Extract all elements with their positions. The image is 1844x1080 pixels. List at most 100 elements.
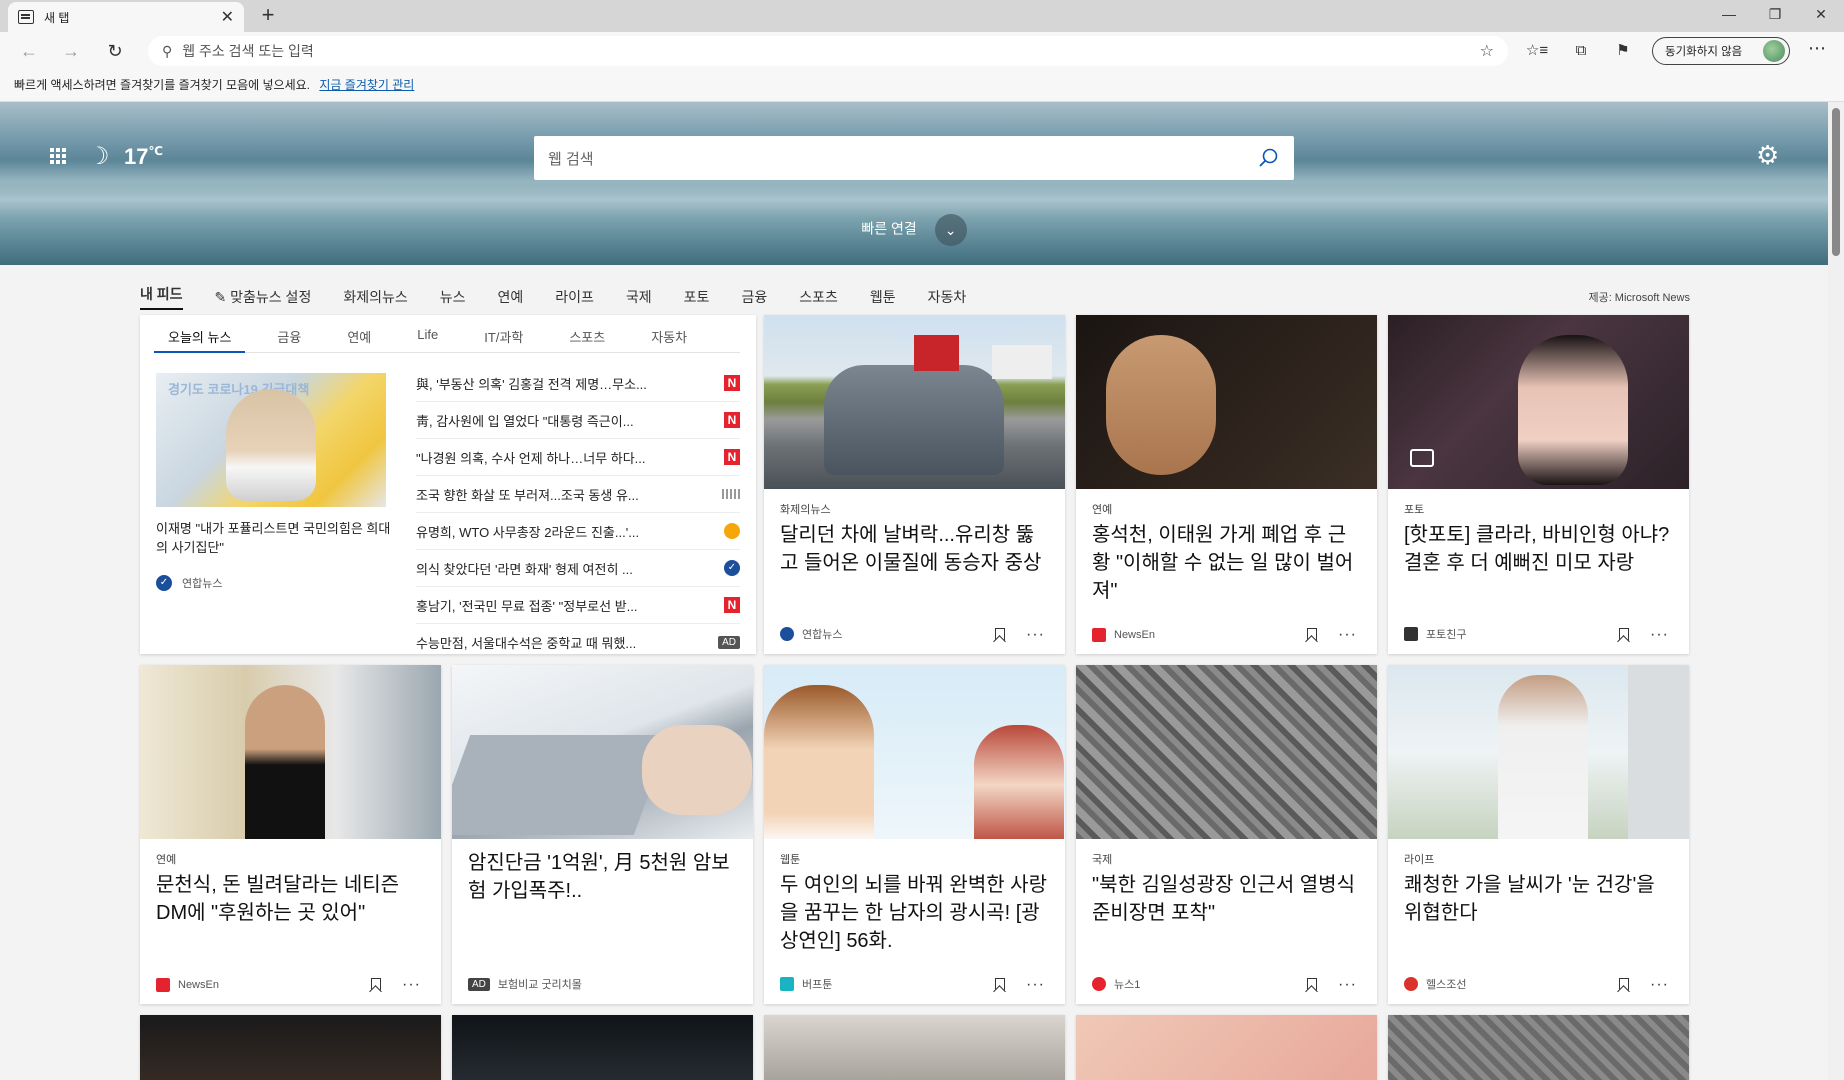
- feed-tab-photo[interactable]: 포토: [684, 287, 710, 307]
- news-card-title[interactable]: 홍석천, 이태원 가게 폐업 후 근황 "이해할 수 없는 일 많이 벌어져": [1092, 521, 1362, 605]
- settings-more-icon[interactable]: ⋯: [1808, 38, 1826, 59]
- feed-tab-finance[interactable]: 금융: [741, 287, 767, 307]
- headline-item[interactable]: 與, '부동산 의혹' 김홍걸 전격 제명…무소... N: [416, 365, 740, 402]
- new-tab-button[interactable]: +: [254, 3, 282, 29]
- todays-top-story-image[interactable]: 경기도 코로나19 긴급대책: [156, 373, 386, 507]
- todays-top-story-title[interactable]: 이재명 "내가 포퓰리스트면 국민의힘은 희대의 사기집단": [156, 519, 392, 557]
- collections-icon[interactable]: ⧉: [1568, 40, 1594, 64]
- profile-label: 동기화하지 않음: [1665, 46, 1743, 58]
- feed-tab-entertainment[interactable]: 연예: [498, 287, 524, 307]
- news-card[interactable]: 화제의뉴스 달리던 차에 날벼락...유리창 뚫고 들어온 이물질에 동승자 중…: [764, 315, 1065, 654]
- headline-item[interactable]: 수능만점, 서울대수석은 중학교 때 뭐했... AD: [416, 624, 740, 654]
- news-card-title[interactable]: 쾌청한 가을 날씨가 '눈 건강'을 위협한다: [1404, 871, 1674, 927]
- bookmark-icon[interactable]: [1619, 978, 1629, 992]
- more-options-icon[interactable]: ···: [1338, 976, 1357, 994]
- more-options-icon[interactable]: ···: [1650, 976, 1669, 994]
- news-card[interactable]: [1388, 1015, 1689, 1080]
- profile-button[interactable]: 동기화하지 않음: [1652, 37, 1790, 65]
- more-options-icon[interactable]: ···: [402, 976, 421, 994]
- today-tab-sports[interactable]: 스포츠: [555, 317, 619, 353]
- yonhap-logo-icon: ✓: [156, 575, 172, 591]
- quick-links-toggle[interactable]: 빠른 연결 ⌄: [0, 214, 1828, 246]
- bookmark-icon[interactable]: [1307, 628, 1317, 642]
- weather-temperature[interactable]: 17℃: [124, 144, 163, 170]
- today-tab-finance[interactable]: 금융: [263, 317, 315, 353]
- feed-tab-news[interactable]: 뉴스: [440, 287, 466, 307]
- news-card[interactable]: [452, 1015, 753, 1080]
- manage-favorites-link[interactable]: 지금 즐겨찾기 관리: [319, 78, 414, 92]
- news-card[interactable]: 포토 [핫포토] 클라라, 바비인형 아냐? 결혼 후 더 예뻐진 미모 자랑 …: [1388, 315, 1689, 654]
- feed-tab-sports[interactable]: 스포츠: [799, 287, 838, 307]
- news-card[interactable]: [1076, 1015, 1377, 1080]
- feed-tab-world[interactable]: 국제: [626, 287, 652, 307]
- bookmark-icon[interactable]: [995, 628, 1005, 642]
- headline-item[interactable]: 홍남기, '전국민 무료 접종' "정부로선 받... N: [416, 587, 740, 624]
- minimize-icon[interactable]: —: [1706, 0, 1752, 30]
- web-search-box[interactable]: 웹 검색: [534, 136, 1294, 180]
- news-card[interactable]: 라이프 쾌청한 가을 날씨가 '눈 건강'을 위협한다 헬스조선 ···: [1388, 665, 1689, 1004]
- news-card[interactable]: 웹툰 두 여인의 뇌를 바꿔 완벽한 사랑을 꿈꾸는 한 남자의 광시곡! [광…: [764, 665, 1065, 1004]
- search-icon[interactable]: [1258, 147, 1280, 169]
- news-card-title[interactable]: 달리던 차에 날벼락...유리창 뚫고 들어온 이물질에 동승자 중상: [780, 521, 1050, 577]
- headline-item[interactable]: 조국 향한 화살 또 부러져...조국 동생 유...: [416, 476, 740, 513]
- headline-item[interactable]: "나경원 의혹, 수사 언제 하나…너무 하다... N: [416, 439, 740, 476]
- ad-card-source: AD 보험비교 굿리치몰: [468, 976, 582, 992]
- refresh-icon[interactable]: ↻: [100, 37, 130, 65]
- today-tab-news[interactable]: 오늘의 뉴스: [154, 317, 246, 353]
- tab-strip: 새 탭 ✕ + — ❐ ✕: [0, 0, 1844, 32]
- close-window-icon[interactable]: ✕: [1798, 0, 1844, 30]
- bookmark-icon[interactable]: [995, 978, 1005, 992]
- favorites-icon[interactable]: ☆≡: [1524, 40, 1550, 64]
- todays-news-tabs: 오늘의 뉴스 금융 연예 Life IT/과학 스포츠 자동차: [154, 317, 740, 353]
- news-card-title[interactable]: 문천식, 돈 빌려달라는 네티즌 DM에 "후원하는 곳 있어": [156, 871, 426, 927]
- today-tab-life[interactable]: Life: [403, 317, 452, 353]
- feed-tab-autos[interactable]: 자동차: [928, 287, 967, 307]
- feedback-icon[interactable]: ⚑: [1610, 40, 1636, 64]
- news-card[interactable]: 국제 "북한 김일성광장 인근서 열병식 준비장면 포착" 뉴스1 ···: [1076, 665, 1377, 1004]
- source-name: 포토친구: [1426, 629, 1467, 641]
- close-tab-icon[interactable]: ✕: [221, 7, 234, 27]
- chevron-down-icon[interactable]: ⌄: [934, 214, 967, 246]
- provider-label: 제공: Microsoft News: [1588, 292, 1690, 304]
- more-options-icon[interactable]: ···: [1026, 626, 1045, 644]
- back-icon[interactable]: ←: [14, 37, 44, 65]
- ad-card-title[interactable]: 암진단금 '1억원', 月 5천원 암보험 가입폭주!..: [468, 849, 738, 905]
- feed-tab-my-feed[interactable]: 내 피드: [140, 284, 183, 310]
- bookmark-icon[interactable]: [1307, 978, 1317, 992]
- news-card-image: [764, 665, 1065, 839]
- feed-tab-life[interactable]: 라이프: [555, 287, 594, 307]
- page-settings-gear-icon[interactable]: ⚙: [1756, 140, 1779, 171]
- address-bar[interactable]: ⚲ 웹 주소 검색 또는 입력 ☆: [148, 36, 1508, 66]
- restore-icon[interactable]: ❐: [1752, 0, 1798, 30]
- news-card-title[interactable]: "북한 김일성광장 인근서 열병식 준비장면 포착": [1092, 871, 1362, 927]
- forward-icon[interactable]: →: [56, 37, 86, 65]
- weather-moon-icon[interactable]: ☽: [88, 142, 110, 171]
- today-tab-entertainment[interactable]: 연예: [333, 317, 385, 353]
- news-card[interactable]: [764, 1015, 1065, 1080]
- headline-text: 수능만점, 서울대수석은 중학교 때 뭐했...: [416, 636, 637, 651]
- headline-item[interactable]: 의식 찾았다던 '라면 화재' 형제 여전히 ... ✓: [416, 550, 740, 587]
- feed-tab-personalize[interactable]: ✎ 맞춤뉴스 설정: [215, 287, 312, 307]
- news-card[interactable]: [140, 1015, 441, 1080]
- today-tab-autos[interactable]: 자동차: [637, 317, 701, 353]
- news-card-title[interactable]: [핫포토] 클라라, 바비인형 아냐? 결혼 후 더 예뻐진 미모 자랑: [1404, 521, 1674, 577]
- news-card-title[interactable]: 두 여인의 뇌를 바꿔 완벽한 사랑을 꿈꾸는 한 남자의 광시곡! [광상연인…: [780, 871, 1050, 955]
- scrollbar-thumb[interactable]: [1832, 108, 1840, 256]
- page-scrollbar[interactable]: [1828, 102, 1844, 1080]
- headline-item[interactable]: 靑, 감사원에 입 열었다 "대통령 즉근이... N: [416, 402, 740, 439]
- more-options-icon[interactable]: ···: [1026, 976, 1045, 994]
- bookmark-icon[interactable]: [1619, 628, 1629, 642]
- bookmark-icon[interactable]: [371, 978, 381, 992]
- news-card[interactable]: 연예 문천식, 돈 빌려달라는 네티즌 DM에 "후원하는 곳 있어" News…: [140, 665, 441, 1004]
- today-tab-it[interactable]: IT/과학: [470, 317, 537, 353]
- tab-new-tab[interactable]: 새 탭 ✕: [8, 2, 244, 32]
- ad-card[interactable]: 암진단금 '1억원', 月 5천원 암보험 가입폭주!.. AD 보험비교 굿리치…: [452, 665, 753, 1004]
- news-card[interactable]: 연예 홍석천, 이태원 가게 폐업 후 근황 "이해할 수 없는 일 많이 벌어…: [1076, 315, 1377, 654]
- feed-tab-webtoon[interactable]: 웹툰: [870, 287, 896, 307]
- favorite-star-icon[interactable]: ☆: [1480, 41, 1494, 61]
- feed-tab-trending[interactable]: 화제의뉴스: [343, 287, 407, 307]
- more-options-icon[interactable]: ···: [1338, 626, 1357, 644]
- headline-item[interactable]: 유명희, WTO 사무총장 2라운드 진출...'...: [416, 513, 740, 550]
- app-launcher-icon[interactable]: [50, 148, 66, 164]
- more-options-icon[interactable]: ···: [1650, 626, 1669, 644]
